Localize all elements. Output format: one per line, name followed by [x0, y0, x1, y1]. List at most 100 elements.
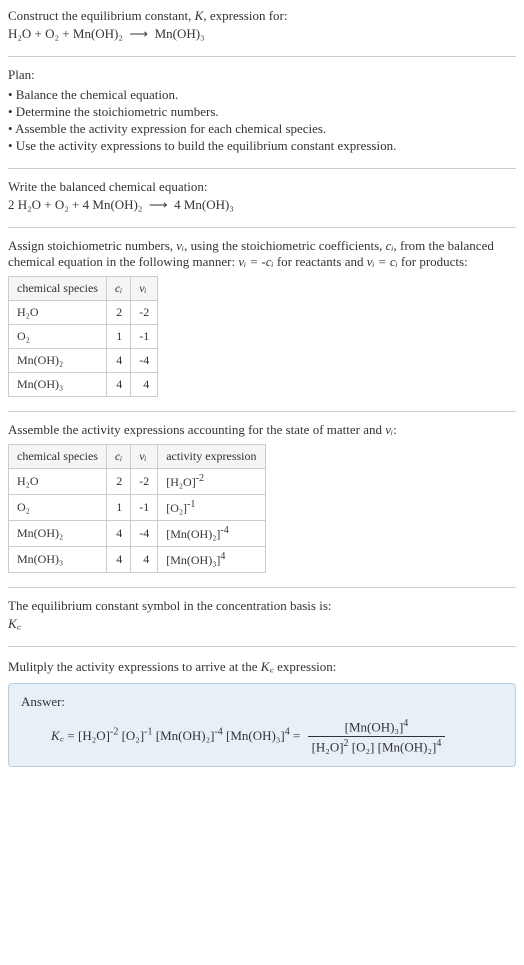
expr-cell: [Mn(OH)₂]-4	[158, 521, 265, 547]
den-exp: 4	[436, 738, 441, 749]
expr-exp: 4	[220, 551, 225, 562]
expr-cell: [Mn(OH)₃]4	[158, 547, 265, 573]
balanced-eq-right: 4 Mn(OH)₃	[174, 197, 234, 212]
c-cell: 2	[106, 469, 130, 495]
c-cell: 4	[106, 349, 130, 373]
table-row: O₂1-1[O₂]-1	[9, 495, 266, 521]
balanced-eq-left: 2 H₂O + O₂ + 4 Mn(OH)₂	[8, 197, 142, 212]
intro-part2: , expression for:	[203, 8, 287, 23]
stoich-ci: cᵢ	[386, 238, 394, 253]
expr-base: [Mn(OH)₃]	[166, 553, 220, 567]
intro-part1: Construct the equilibrium constant,	[8, 8, 195, 23]
num-base: [Mn(OH)₃]	[345, 719, 404, 734]
table-header: cᵢ	[106, 277, 130, 301]
species-cell: H₂O	[9, 469, 107, 495]
intro-eq-left: H₂O + O₂ + Mn(OH)₂	[8, 26, 123, 41]
answer-eq: =	[64, 728, 78, 743]
num-exp: 4	[403, 718, 408, 729]
multiply-part1: Mulitply the activity expressions to arr…	[8, 659, 261, 674]
table-header: cᵢ	[106, 445, 130, 469]
plan-section: Plan: • Balance the chemical equation. •…	[8, 67, 516, 154]
den-base: [H₂O]	[312, 740, 344, 755]
c-cell: 1	[106, 495, 130, 521]
answer-term-base: [Mn(OH)₂]	[156, 728, 215, 743]
expr-cell: [H₂O]-2	[158, 469, 265, 495]
divider	[8, 411, 516, 412]
species-cell: Mn(OH)₂	[9, 521, 107, 547]
multiply-kc: K꜀	[261, 659, 274, 674]
plan-title: Plan:	[8, 67, 516, 83]
answer-box: Answer: K꜀ = [H₂O]-2 [O₂]-1 [Mn(OH)₂]-4 …	[8, 683, 516, 767]
stoich-rel: νᵢ = cᵢ	[367, 254, 398, 269]
answer-fraction: [Mn(OH)₃]4[H₂O]2 [O₂] [Mn(OH)₂]4	[308, 718, 446, 756]
answer-kc: K꜀	[51, 728, 64, 743]
answer-term-exp: -2	[110, 726, 118, 737]
expr-cell: [O₂]-1	[158, 495, 265, 521]
v-cell: -4	[131, 349, 158, 373]
table-header: chemical species	[9, 445, 107, 469]
expr-base: [O₂]	[166, 501, 187, 515]
table-row: Mn(OH)₂4-4[Mn(OH)₂]-4	[9, 521, 266, 547]
table-row: Mn(OH)₂4-4	[9, 349, 158, 373]
species-cell: O₂	[9, 325, 107, 349]
table-row: H₂O2-2	[9, 301, 158, 325]
c-cell: 4	[106, 547, 130, 573]
table-row: Mn(OH)₃44[Mn(OH)₃]4	[9, 547, 266, 573]
intro-arrow: ⟶	[129, 26, 148, 41]
c-cell: 4	[106, 521, 130, 547]
v-cell: -1	[131, 495, 158, 521]
basis-text: The equilibrium constant symbol in the c…	[8, 598, 516, 614]
plan-item: • Determine the stoichiometric numbers.	[8, 104, 516, 120]
expr-exp: -4	[220, 525, 228, 536]
stoich-nu: νᵢ	[176, 238, 184, 253]
v-cell: -1	[131, 325, 158, 349]
stoich-intro-text: Assign stoichiometric numbers,	[8, 238, 176, 253]
table-header: νᵢ	[131, 445, 158, 469]
den-base: [O₂]	[352, 740, 375, 755]
plan-item: • Use the activity expressions to build …	[8, 138, 516, 154]
table-row: H₂O2-2[H₂O]-2	[9, 469, 266, 495]
table-row: Mn(OH)₃44	[9, 373, 158, 397]
basis-symbol: K꜀	[8, 614, 516, 632]
divider	[8, 56, 516, 57]
divider	[8, 168, 516, 169]
multiply-section: Mulitply the activity expressions to arr…	[8, 657, 516, 767]
intro-equation: H₂O + O₂ + Mn(OH)₂ ⟶ Mn(OH)₃	[8, 26, 516, 42]
c-cell: 2	[106, 301, 130, 325]
v-cell: 4	[131, 373, 158, 397]
fraction-numerator: [Mn(OH)₃]4	[308, 718, 446, 737]
stoich-rel: νᵢ = -cᵢ	[238, 254, 273, 269]
v-cell: -2	[131, 469, 158, 495]
plan-list: • Balance the chemical equation. • Deter…	[8, 87, 516, 154]
answer-term-exp: -1	[144, 726, 152, 737]
table-header-row: chemical species cᵢ νᵢ activity expressi…	[9, 445, 266, 469]
plan-item: • Assemble the activity expression for e…	[8, 121, 516, 137]
species-cell: Mn(OH)₂	[9, 349, 107, 373]
table-header: chemical species	[9, 277, 107, 301]
activity-section: Assemble the activity expressions accoun…	[8, 422, 516, 573]
expr-base: [H₂O]	[166, 475, 196, 489]
activity-intro-text: Assemble the activity expressions accoun…	[8, 422, 385, 437]
stoich-intro-text: for products:	[398, 254, 468, 269]
answer-term-base: [O₂]	[122, 728, 145, 743]
basis-section: The equilibrium constant symbol in the c…	[8, 598, 516, 632]
stoich-intro-text: , using the stoichiometric coefficients,	[184, 238, 386, 253]
stoich-intro-text: for reactants and	[274, 254, 367, 269]
plan-item: • Balance the chemical equation.	[8, 87, 516, 103]
answer-term-exp: -4	[214, 726, 222, 737]
activity-intro: Assemble the activity expressions accoun…	[8, 422, 516, 438]
species-cell: O₂	[9, 495, 107, 521]
v-cell: -4	[131, 521, 158, 547]
balanced-equation: 2 H₂O + O₂ + 4 Mn(OH)₂ ⟶ 4 Mn(OH)₃	[8, 197, 516, 213]
multiply-text: Mulitply the activity expressions to arr…	[8, 657, 516, 675]
activity-nu: νᵢ	[385, 422, 393, 437]
v-cell: 4	[131, 547, 158, 573]
den-exp: 2	[344, 738, 349, 749]
table-row: O₂1-1	[9, 325, 158, 349]
balanced-title: Write the balanced chemical equation:	[8, 179, 516, 195]
fraction-denominator: [H₂O]2 [O₂] [Mn(OH)₂]4	[308, 737, 446, 755]
multiply-part2: expression:	[274, 659, 336, 674]
v-cell: -2	[131, 301, 158, 325]
table-header-row: chemical species cᵢ νᵢ	[9, 277, 158, 301]
species-cell: H₂O	[9, 301, 107, 325]
